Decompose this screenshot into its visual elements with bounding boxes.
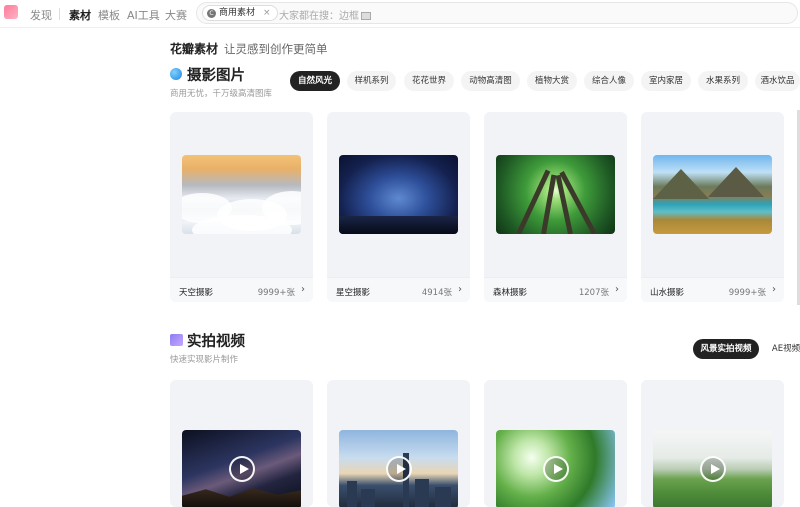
play-icon[interactable] <box>386 456 412 482</box>
tab-mockup[interactable]: 样机系列 <box>347 71 396 91</box>
card-count: 9999+张 <box>257 288 295 298</box>
video-card-hills[interactable] <box>641 380 784 507</box>
tab-nature[interactable]: 自然风光 <box>290 71 340 91</box>
play-icon[interactable] <box>543 456 569 482</box>
tab-portrait[interactable]: 综合人像 <box>584 71 634 91</box>
search-scope-label: 商用素材 <box>219 8 256 18</box>
mountain-lake-photo <box>653 155 772 234</box>
video-card-city[interactable] <box>327 380 470 507</box>
chevron-right-icon[interactable]: › <box>615 284 619 295</box>
search-bar[interactable]: C 商用素材 × 大家都在搜：边框 <box>196 2 798 24</box>
nav-contest[interactable]: 大赛 <box>165 7 187 23</box>
nav-discover[interactable]: 发现 <box>30 7 52 23</box>
chevron-right-icon[interactable]: › <box>301 284 305 295</box>
card-footer: 森林摄影 1207张 › <box>484 277 627 302</box>
card-title: 星空摄影 <box>336 288 371 298</box>
play-icon[interactable] <box>229 456 255 482</box>
nav-divider <box>59 8 60 20</box>
photo-card-forest[interactable]: 森林摄影 1207张 › <box>484 112 627 302</box>
nav-ai-tools[interactable]: AI工具 <box>127 7 160 23</box>
sky-photo <box>182 155 301 234</box>
search-scope-chip[interactable]: C 商用素材 × <box>202 5 278 21</box>
card-footer: 山水摄影 9999+张 › <box>641 277 784 302</box>
milky-way-video-thumb <box>182 430 301 507</box>
tab-plants[interactable]: 植物大赏 <box>527 71 577 91</box>
card-count: 1207张 <box>578 288 609 298</box>
globe-icon <box>170 68 182 80</box>
play-icon[interactable] <box>700 456 726 482</box>
city-video-thumb <box>339 430 458 507</box>
leaves-video-thumb <box>496 430 615 507</box>
tab-landscape-video[interactable]: 风景实拍视频 <box>693 339 759 359</box>
top-nav-bar: 发现 素材 模板 AI工具 大赛 C 商用素材 × 大家都在搜：边框 <box>0 0 800 28</box>
card-footer: 星空摄影 4914张 › <box>327 277 470 302</box>
tab-ae-video[interactable]: AE视频 <box>766 339 800 359</box>
nav-materials[interactable]: 素材 <box>69 7 91 23</box>
tab-drinks[interactable]: 酒水饮品 <box>755 71 800 91</box>
card-title: 山水摄影 <box>650 288 685 298</box>
close-icon[interactable]: × <box>263 6 271 20</box>
page-root: 发现 素材 模板 AI工具 大赛 C 商用素材 × 大家都在搜：边框 花瓣素材 … <box>0 0 800 507</box>
card-footer: 天空摄影 9999+张 › <box>170 277 313 302</box>
card-count: 9999+张 <box>728 288 766 298</box>
section-title-photos: 摄影图片 <box>187 68 245 84</box>
chevron-right-icon[interactable]: › <box>772 284 776 295</box>
nav-templates[interactable]: 模板 <box>98 7 120 23</box>
tab-animals[interactable]: 动物高清图 <box>461 71 520 91</box>
search-placeholder: 大家都在搜：边框 <box>279 11 359 22</box>
section-subtitle-photos: 商用无忧，千万级高清图库 <box>170 89 273 99</box>
card-count: 4914张 <box>421 288 452 298</box>
image-search-icon[interactable] <box>361 12 371 20</box>
photo-card-stars[interactable]: 星空摄影 4914张 › <box>327 112 470 302</box>
video-card-milkyway[interactable] <box>170 380 313 507</box>
page-slogan: 让灵感到创作更简单 <box>224 42 328 56</box>
hills-video-thumb <box>653 430 772 507</box>
card-title: 森林摄影 <box>493 288 528 298</box>
section-subtitle-videos: 快速实现影片制作 <box>170 355 239 365</box>
page-title: 花瓣素材 <box>170 42 219 56</box>
commercial-icon: C <box>207 8 216 18</box>
photo-card-sky[interactable]: 天空摄影 9999+张 › <box>170 112 313 302</box>
forest-photo <box>496 155 615 234</box>
tab-flowers[interactable]: 花花世界 <box>404 71 454 91</box>
search-input[interactable]: 大家都在搜：边框 <box>279 7 371 22</box>
logo-icon[interactable] <box>4 5 18 19</box>
chevron-right-icon[interactable]: › <box>458 284 462 295</box>
video-icon <box>170 334 183 346</box>
tab-fruits[interactable]: 水果系列 <box>698 71 748 91</box>
tab-interior[interactable]: 室内家居 <box>641 71 691 91</box>
photo-card-landscape[interactable]: 山水摄影 9999+张 › <box>641 112 784 302</box>
starry-sky-photo <box>339 155 458 234</box>
video-card-leaves[interactable] <box>484 380 627 507</box>
section-title-videos: 实拍视频 <box>187 334 245 350</box>
card-title: 天空摄影 <box>179 288 214 298</box>
